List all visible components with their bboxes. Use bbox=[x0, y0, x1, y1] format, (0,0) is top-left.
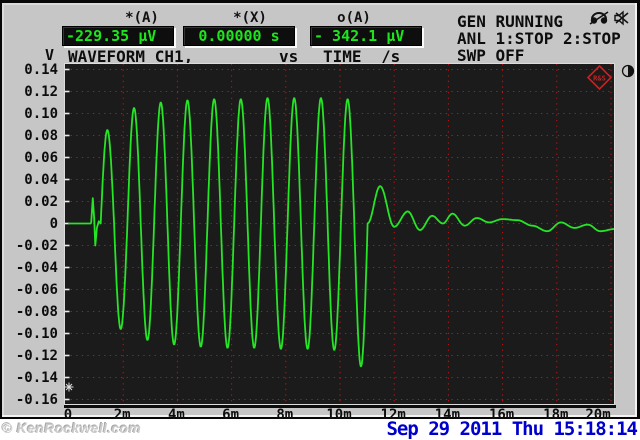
instrument-panel: *(A) -229.35 µV *(X) 0.00000 s o(A) - 34… bbox=[0, 0, 640, 423]
contrast-icon bbox=[621, 64, 635, 78]
y-tick-label: -0.12 bbox=[15, 347, 58, 364]
svg-text:R&S: R&S bbox=[593, 75, 606, 83]
y-tick-label: -0.10 bbox=[15, 325, 58, 342]
y-tick-label: 0.10 bbox=[24, 105, 58, 122]
y-tick-label: 0.08 bbox=[24, 127, 58, 144]
cursor-o-readout: - 342.1 µV bbox=[310, 26, 422, 46]
y-tick-label: 0.02 bbox=[24, 193, 58, 210]
cursor-a-label: *(A) bbox=[125, 10, 159, 26]
y-tick-label: 0.14 bbox=[24, 61, 58, 78]
cursor-o-value: - 342.1 µV bbox=[314, 27, 405, 45]
headphone-muted-icon bbox=[589, 11, 609, 25]
y-tick-label: -0.14 bbox=[15, 369, 58, 386]
y-tick-label: 0 bbox=[49, 215, 58, 232]
y-tick-label: -0.16 bbox=[15, 391, 58, 408]
waveform-svg: R&S bbox=[65, 64, 614, 404]
cursor-a-readout: -229.35 µV bbox=[62, 26, 174, 46]
waveform-plot: R&S bbox=[64, 63, 615, 405]
cursor-marker bbox=[65, 382, 74, 392]
cursor-o-label: o(A) bbox=[337, 10, 371, 26]
datetime: Sep 29 2011 Thu 15:18:14 bbox=[386, 418, 638, 440]
watermark: © KenRockwell.com bbox=[2, 420, 142, 436]
y-tick-label: 0.12 bbox=[24, 83, 58, 100]
cursor-x-value: 0.00000 s bbox=[198, 27, 280, 45]
y-tick-label: -0.08 bbox=[15, 303, 58, 320]
y-tick-label: -0.04 bbox=[15, 259, 58, 276]
y-tick-label: -0.02 bbox=[15, 237, 58, 254]
y-tick-label: 0.06 bbox=[24, 149, 58, 166]
y-tick-label: 0.04 bbox=[24, 171, 58, 188]
cursor-a-value: -229.35 µV bbox=[66, 27, 157, 45]
cursor-x-label: *(X) bbox=[233, 10, 267, 26]
speaker-muted-icon bbox=[614, 10, 629, 26]
y-tick-label: -0.06 bbox=[15, 281, 58, 298]
cursor-x-readout: 0.00000 s bbox=[183, 26, 295, 46]
